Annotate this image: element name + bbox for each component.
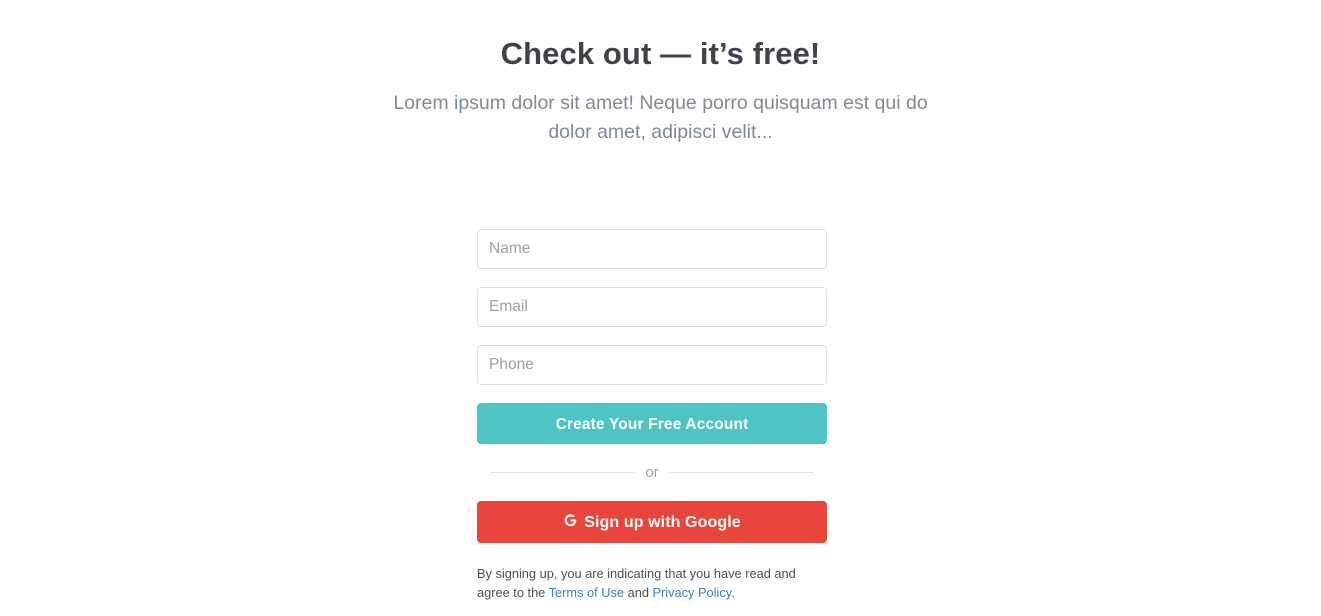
hero-section: Check out — it’s free! Lorem ipsum dolor… bbox=[0, 0, 1321, 148]
divider-label: or bbox=[645, 464, 659, 481]
legal-text-after: . bbox=[731, 585, 735, 601]
name-input[interactable] bbox=[477, 229, 827, 269]
email-input[interactable] bbox=[477, 287, 827, 327]
signup-page: Check out — it’s free! Lorem ipsum dolor… bbox=[0, 0, 1321, 600]
signup-form: Create Your Free Account or Sign up with… bbox=[477, 229, 827, 616]
create-account-button[interactable]: Create Your Free Account bbox=[477, 403, 827, 444]
phone-input[interactable] bbox=[477, 345, 827, 385]
page-subtitle: Lorem ipsum dolor sit amet! Neque porro … bbox=[393, 91, 928, 144]
or-divider: or bbox=[477, 464, 827, 481]
page-title: Check out — it’s free! bbox=[500, 36, 821, 71]
legal-text-between: and bbox=[624, 585, 653, 601]
google-signup-button[interactable]: Sign up with Google bbox=[477, 501, 827, 543]
google-g-icon bbox=[563, 503, 578, 527]
terms-of-use-link[interactable]: Terms of Use bbox=[549, 585, 624, 600]
legal-fine-print: By signing up, you are indicating that y… bbox=[477, 564, 809, 603]
divider-rule-left bbox=[490, 472, 636, 473]
privacy-policy-link[interactable]: Privacy Policy bbox=[653, 585, 732, 600]
divider-rule-right bbox=[668, 472, 814, 473]
google-signup-label: Sign up with Google bbox=[584, 514, 741, 531]
